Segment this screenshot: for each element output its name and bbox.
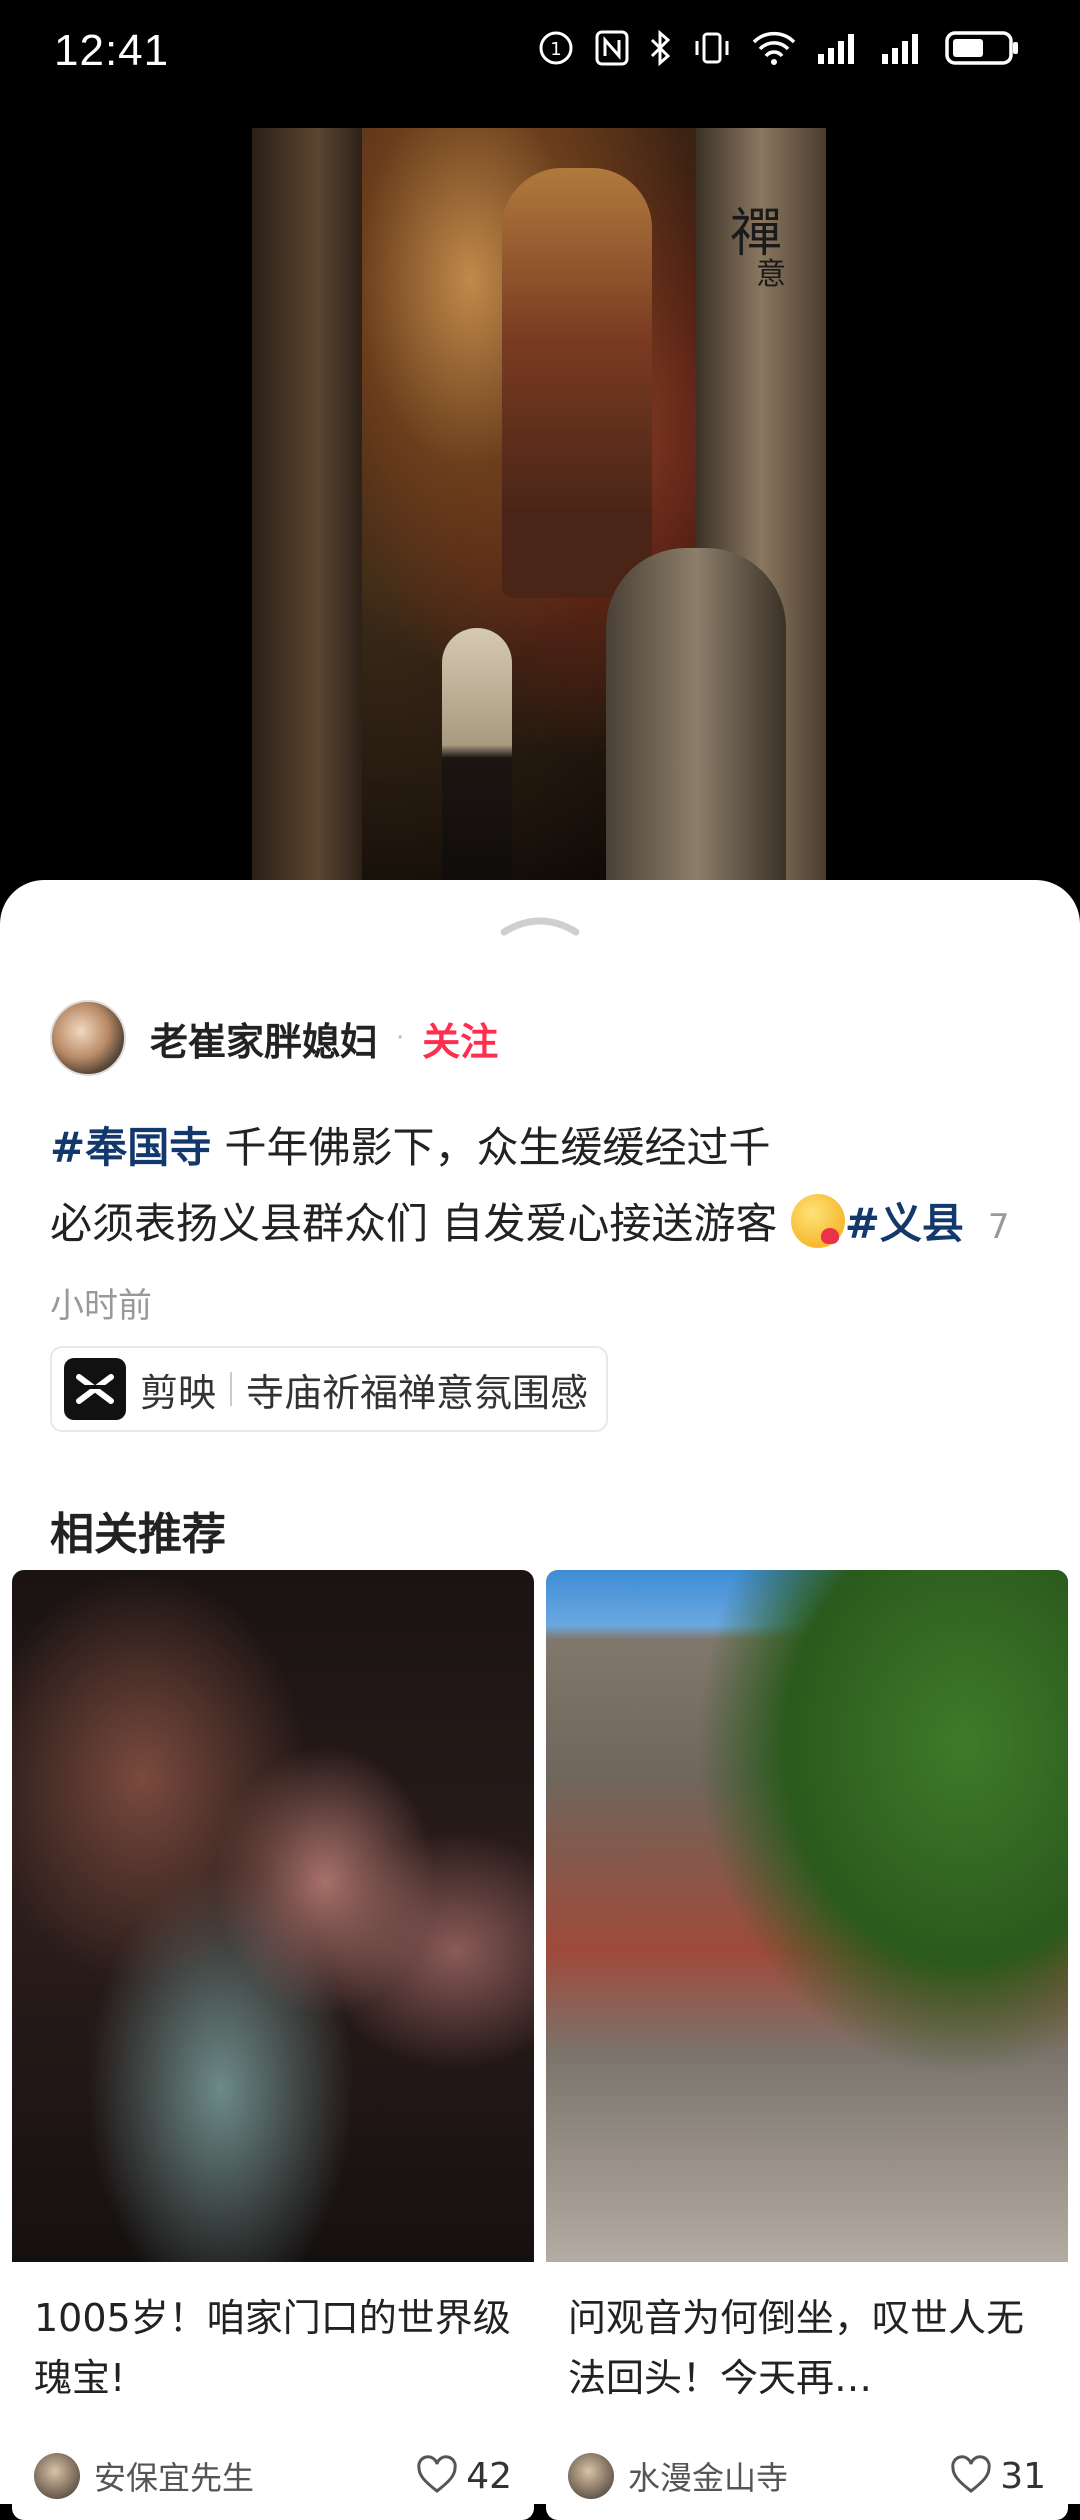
image-person bbox=[442, 628, 512, 888]
wifi-icon bbox=[752, 31, 796, 65]
hashtag-yixian[interactable]: #义县 bbox=[845, 1199, 964, 1248]
image-buddha-statue bbox=[502, 168, 652, 598]
author-avatar[interactable] bbox=[50, 1000, 126, 1076]
author-name[interactable]: 老崔家胖媳妇 bbox=[150, 1011, 378, 1066]
status-time: 12:41 bbox=[54, 26, 170, 75]
post-caption: #奉国寺 千年佛影下，众生缓缓经过千 必须表扬义县群众们 自发爱心接送游客 #义… bbox=[50, 1110, 1040, 1344]
related-card-image bbox=[546, 1570, 1068, 2262]
chevron-up-handle-icon[interactable] bbox=[500, 910, 580, 940]
related-card-avatar[interactable] bbox=[34, 2453, 80, 2499]
status-bar: 12:41 1 bbox=[0, 0, 1080, 110]
heart-icon[interactable] bbox=[950, 2455, 992, 2497]
like-count: 31 bbox=[1000, 2455, 1046, 2497]
bluetooth-icon bbox=[650, 29, 671, 67]
related-card-footer: 水漫金山寺 31 bbox=[568, 2432, 1046, 2520]
related-card-user[interactable]: 水漫金山寺 bbox=[628, 2453, 950, 2499]
related-card-avatar[interactable] bbox=[568, 2453, 614, 2499]
heart-icon[interactable] bbox=[416, 2455, 458, 2497]
like-count: 42 bbox=[466, 2455, 512, 2497]
svg-text:1: 1 bbox=[550, 39, 561, 60]
vibrate-icon bbox=[695, 32, 729, 64]
signal-icon bbox=[882, 34, 918, 64]
capcut-app-name: 剪映 bbox=[140, 1370, 217, 1415]
related-card[interactable]: 1005岁！咱家门口的世界级瑰宝! 安保宜先生 42 bbox=[12, 1570, 534, 2520]
follow-button[interactable]: 关注 bbox=[422, 1011, 498, 1066]
calligraphy-small: 意 bbox=[756, 257, 786, 292]
battery-icon bbox=[945, 31, 1018, 65]
capcut-logo-icon bbox=[64, 1358, 126, 1420]
related-card-title: 1005岁！咱家门口的世界级瑰宝! bbox=[34, 2296, 511, 2400]
hashtag-fengguo-temple[interactable]: #奉国寺 bbox=[50, 1123, 211, 1172]
separator-dot: · bbox=[396, 1023, 405, 1053]
caption-text-1: 千年佛影下，众生缓缓经过千 bbox=[211, 1123, 771, 1172]
related-card-user[interactable]: 安保宜先生 bbox=[94, 2453, 416, 2499]
related-card[interactable]: 问观音为何倒坐，叹世人无法回头！今天再… 水漫金山寺 31 bbox=[546, 1570, 1068, 2520]
calligraphy-main: 禪 bbox=[730, 204, 783, 264]
notification-badge-icon: 1 bbox=[539, 31, 573, 65]
caption-text-2: 必须表扬义县群众们 自发爱心接送游客 bbox=[50, 1199, 791, 1248]
related-card-title: 问观音为何倒坐，叹世人无法回头！今天再… bbox=[568, 2296, 1025, 2400]
capcut-template-chip[interactable]: 剪映 寺庙祈福禅意氛围感 bbox=[50, 1346, 609, 1432]
signal-icon bbox=[818, 34, 854, 64]
related-card-image bbox=[12, 1570, 534, 2262]
related-section-title: 相关推荐 bbox=[50, 1509, 226, 1560]
capcut-template-name: 寺庙祈福禅意氛围感 bbox=[246, 1370, 589, 1415]
capcut-divider bbox=[230, 1372, 233, 1406]
wink-kiss-emoji-icon bbox=[790, 1194, 845, 1248]
image-calligraphy: 禪 意 bbox=[730, 208, 786, 290]
image-stone-base bbox=[606, 548, 786, 888]
status-icons: 1 bbox=[536, 28, 1020, 68]
post-image[interactable]: 禪 意 bbox=[252, 128, 826, 888]
author-row: 老崔家胖媳妇 · 关注 bbox=[50, 1000, 498, 1076]
nfc-icon bbox=[595, 30, 629, 66]
related-card-footer: 安保宜先生 42 bbox=[34, 2432, 512, 2520]
detail-sheet: 老崔家胖媳妇 · 关注 #奉国寺 千年佛影下，众生缓缓经过千 必须表扬义县群众们… bbox=[0, 880, 1080, 2520]
image-pillar-left bbox=[252, 128, 362, 888]
